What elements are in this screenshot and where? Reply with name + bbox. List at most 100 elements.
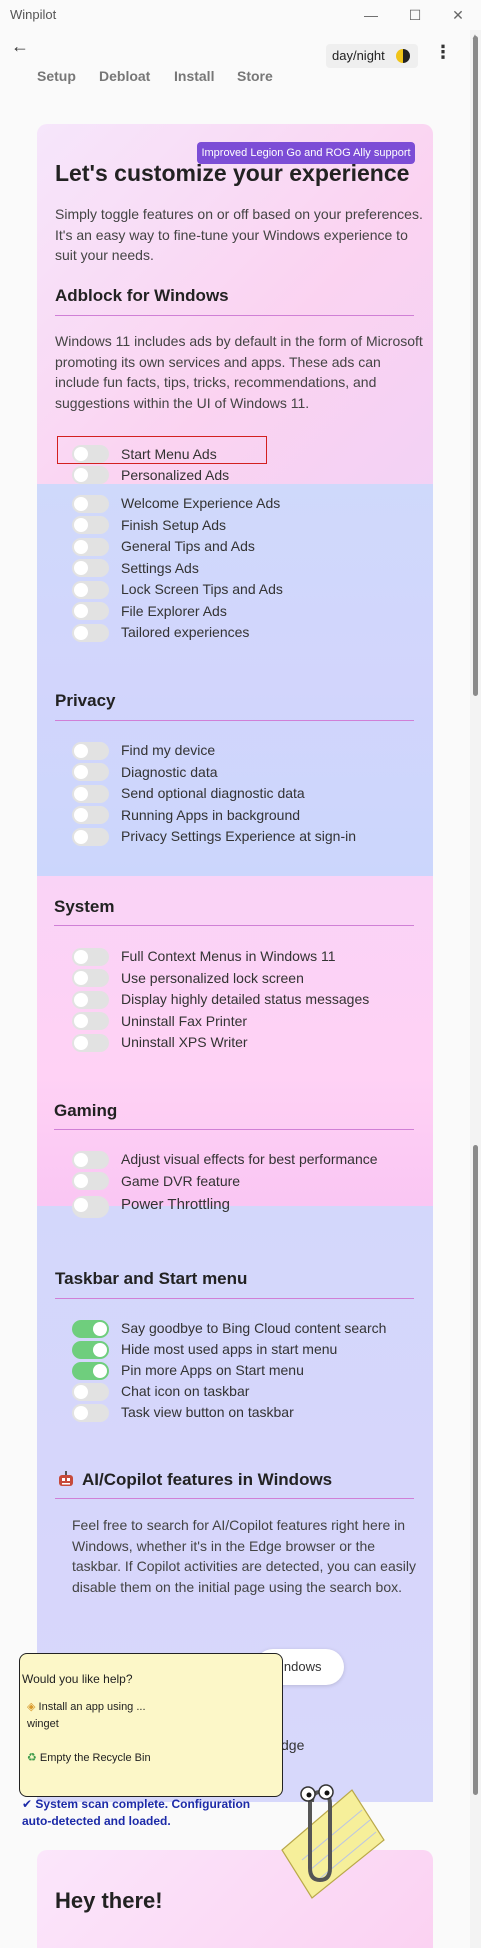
- privacy-heading: Privacy: [55, 691, 116, 710]
- more-menu-icon[interactable]: ⋮: [434, 42, 452, 63]
- toggle-hide-most-used-apps[interactable]: [72, 1341, 109, 1359]
- toggle-pin-more-apps[interactable]: [72, 1362, 109, 1380]
- toggle-tailored-experiences[interactable]: [72, 624, 109, 642]
- toggle-personalized-lock-screen[interactable]: [72, 969, 109, 987]
- toggle-finish-setup-ads[interactable]: [72, 516, 109, 534]
- maximize-button[interactable]: ☐: [401, 4, 429, 26]
- nav-install[interactable]: Install: [174, 68, 214, 84]
- assistant-option-recycle-text: Empty the Recycle Bin: [39, 1752, 151, 1764]
- assistant-option-install-text: Install an app using ... winget: [27, 1701, 146, 1730]
- robot-icon: [59, 1471, 73, 1486]
- ai-heading: AI/Copilot features in Windows: [82, 1470, 333, 1489]
- toggle-chat-icon[interactable]: [72, 1383, 109, 1401]
- assistant-status-text: System scan complete. Configuration auto…: [22, 1797, 251, 1828]
- back-arrow-icon[interactable]: ←: [11, 36, 29, 57]
- toggle-label: Diagnostic data: [121, 764, 218, 780]
- toggle-find-my-device[interactable]: [72, 742, 109, 760]
- nav-debloat[interactable]: Debloat: [99, 68, 150, 84]
- nav-setup[interactable]: Setup: [37, 68, 76, 84]
- ai-divider: [55, 1498, 414, 1499]
- system-divider: [54, 925, 414, 926]
- half-moon-icon: [396, 49, 410, 63]
- toggle-label: File Explorer Ads: [121, 603, 227, 619]
- assistant-question: Would you like help?: [22, 1672, 133, 1686]
- taskbar-divider: [55, 1298, 414, 1299]
- toggle-power-throttling[interactable]: [72, 1196, 109, 1218]
- taskbar-heading: Taskbar and Start menu: [55, 1269, 248, 1288]
- checkmark-icon: ✔: [22, 1797, 36, 1811]
- assistant-status: ✔ System scan complete. Configuration au…: [22, 1796, 272, 1830]
- recycle-icon: ♻: [27, 1752, 40, 1764]
- close-button[interactable]: ✕: [444, 4, 472, 26]
- scroll-up-icon[interactable]: ▲: [471, 32, 479, 41]
- package-icon: ◈: [27, 1701, 39, 1713]
- toggle-general-tips-ads[interactable]: [72, 538, 109, 556]
- adblock-description: Windows 11 includes ads by default in th…: [55, 333, 423, 411]
- minimize-button[interactable]: —: [357, 4, 385, 26]
- toggle-visual-effects[interactable]: [72, 1151, 109, 1169]
- toggle-lock-screen-tips[interactable]: [72, 581, 109, 599]
- toggle-uninstall-fax-printer[interactable]: [72, 1012, 109, 1030]
- scrollbar-thumb-upper[interactable]: [473, 36, 478, 696]
- toggle-label: Settings Ads: [121, 560, 199, 576]
- toggle-label: Welcome Experience Ads: [121, 495, 281, 511]
- toggle-label: Task view button on taskbar: [121, 1404, 294, 1420]
- toggle-label: Start Menu Ads: [121, 446, 217, 462]
- toggle-task-view-button[interactable]: [72, 1404, 109, 1422]
- toggle-game-dvr[interactable]: [72, 1172, 109, 1190]
- toggle-label: Hide most used apps in start menu: [121, 1341, 338, 1357]
- app-window: Winpilot — ☐ ✕ ← Setup Debloat Install S…: [0, 0, 481, 1948]
- toggle-label: Power Throttling: [121, 1196, 230, 1213]
- page-title: Let's customize your experience: [55, 160, 410, 186]
- toggle-bing-cloud-search[interactable]: [72, 1320, 109, 1338]
- gaming-divider: [54, 1129, 414, 1130]
- toggle-label: Say goodbye to Bing Cloud content search: [121, 1320, 387, 1336]
- toggle-privacy-settings-experience[interactable]: [72, 828, 109, 846]
- assistant-bubble: Would you like help? ◈ Install an app us…: [19, 1653, 283, 1828]
- toggle-uninstall-xps-writer[interactable]: [72, 1034, 109, 1052]
- toggle-label: Send optional diagnostic data: [121, 785, 305, 801]
- toggle-label: Uninstall XPS Writer: [121, 1034, 248, 1050]
- toggle-label: Uninstall Fax Printer: [121, 1013, 248, 1029]
- toggle-label: Running Apps in background: [121, 807, 301, 823]
- toggle-personalized-ads[interactable]: [72, 466, 109, 484]
- toggle-label: Chat icon on taskbar: [121, 1383, 250, 1399]
- scrollbar-thumb-lower[interactable]: [473, 1145, 478, 1795]
- toggle-running-apps-background[interactable]: [72, 806, 109, 824]
- toggle-welcome-experience-ads[interactable]: [72, 495, 109, 513]
- toggle-label: Finish Setup Ads: [121, 517, 227, 533]
- toggle-label: General Tips and Ads: [121, 538, 255, 554]
- toggle-start-menu-ads[interactable]: [72, 445, 109, 463]
- toggle-settings-ads[interactable]: [72, 559, 109, 577]
- footer-heading: Hey there!: [55, 1888, 163, 1913]
- day-night-toggle[interactable]: day/night: [326, 44, 418, 68]
- toggle-label: Use personalized lock screen: [121, 970, 304, 986]
- toggle-label: Find my device: [121, 742, 216, 758]
- ai-search-text: indows: [281, 1659, 322, 1674]
- gaming-heading: Gaming: [54, 1101, 118, 1120]
- day-night-label: day/night: [332, 48, 385, 63]
- assistant-option-install[interactable]: ◈ Install an app using ... winget: [27, 1699, 177, 1733]
- edge-link[interactable]: dge: [281, 1737, 304, 1753]
- ai-description: Feel free to search for AI/Copilot featu…: [72, 1517, 416, 1595]
- toggle-optional-diagnostic-data[interactable]: [72, 785, 109, 803]
- adblock-divider: [55, 315, 414, 316]
- system-heading: System: [54, 897, 115, 916]
- toggle-full-context-menus[interactable]: [72, 948, 109, 966]
- paperclip-assistant-icon[interactable]: [272, 1780, 390, 1900]
- toggle-label: Pin more Apps on Start menu: [121, 1362, 304, 1378]
- nav-store[interactable]: Store: [237, 68, 273, 84]
- adblock-heading: Adblock for Windows: [55, 286, 229, 305]
- toggle-label: Personalized Ads: [121, 467, 230, 483]
- toggle-diagnostic-data[interactable]: [72, 763, 109, 781]
- toggle-file-explorer-ads[interactable]: [72, 602, 109, 620]
- title-bar: Winpilot — ☐ ✕: [0, 0, 481, 30]
- toggle-detailed-status-messages[interactable]: [72, 991, 109, 1009]
- toggle-label: Display highly detailed status messages: [121, 991, 370, 1007]
- assistant-option-recycle[interactable]: ♻ Empty the Recycle Bin: [27, 1750, 177, 1767]
- toggle-label: Lock Screen Tips and Ads: [121, 581, 283, 597]
- privacy-divider: [55, 720, 414, 721]
- window-title: Winpilot: [10, 7, 57, 22]
- intro-text: Simply toggle features on or off based o…: [55, 206, 423, 263]
- toggle-label: Tailored experiences: [121, 624, 250, 640]
